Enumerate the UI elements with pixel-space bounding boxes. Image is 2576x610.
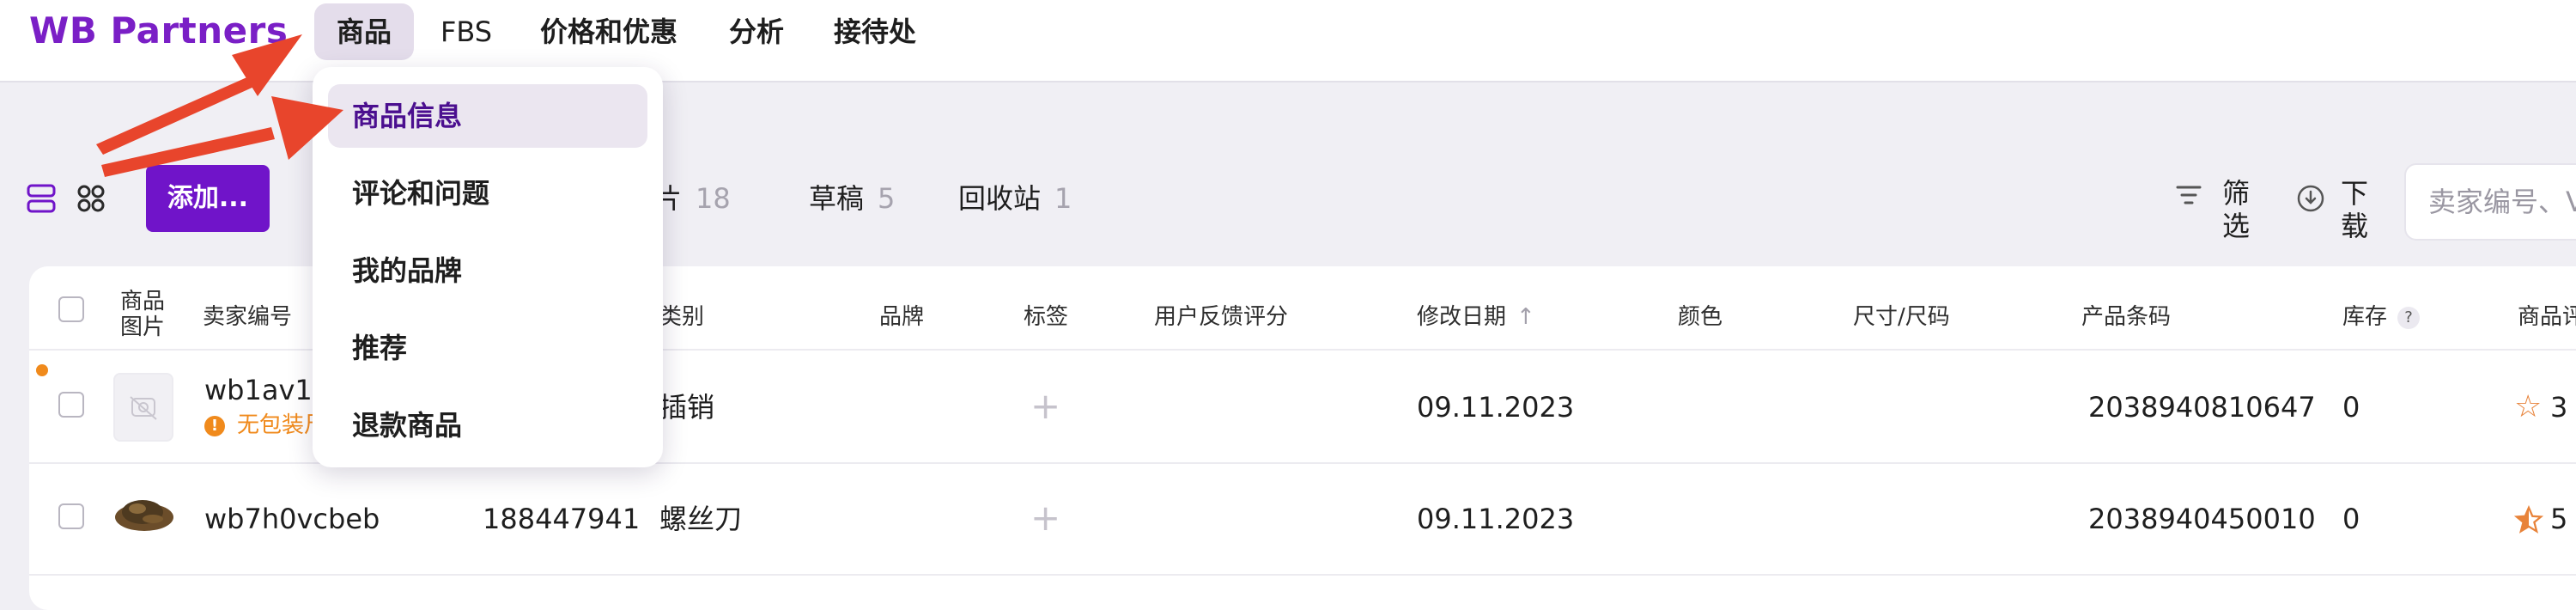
star-half-icon [2514,505,2543,534]
header-stock[interactable]: 库存? [2342,302,2421,332]
row-rating: 3 [2550,391,2568,424]
row-category: 螺丝刀 [659,503,743,535]
help-icon[interactable]: ? [2397,306,2421,329]
no-photo-placeholder-icon[interactable] [113,373,173,442]
grid-view-icon[interactable] [76,182,106,215]
row-checkbox[interactable] [58,392,84,418]
tab-recycle-label: 回收站 [958,182,1042,215]
select-all-checkbox[interactable] [58,296,84,322]
header-photo: 商品图片 [120,289,166,340]
download-icon[interactable] [2296,184,2325,213]
tab-drafts-count: 5 [878,182,896,215]
row-category: 插销 [659,391,715,424]
nav-fbs[interactable]: FBS [440,3,493,60]
tab-images-count: 18 [696,182,731,215]
row-seller-code[interactable]: wb1av1k [204,373,328,407]
search-box[interactable] [2404,163,2576,241]
products-dropdown-menu: 商品信息 评论和问题 我的品牌 推荐 退款商品 [313,67,663,467]
tab-recycle-count: 1 [1054,182,1072,215]
add-button[interactable]: 添加... [146,165,270,232]
row-alert-icon [36,364,48,376]
row-stock: 0 [2342,391,2360,424]
row-warning: ! 无包装尺 [204,411,326,440]
menu-item-product-info[interactable]: 商品信息 [328,84,647,148]
sort-ascending-icon[interactable]: ↑ [1516,304,1535,330]
menu-item-returned-goods[interactable]: 退款商品 [328,393,647,457]
nav-reception[interactable]: 接待处 [829,3,920,60]
row-checkbox[interactable] [58,503,84,529]
tab-drafts[interactable]: 草稿 5 [809,177,895,220]
header-modified-label: 修改日期 [1417,304,1507,330]
product-thumbnail[interactable] [112,486,177,538]
list-view-icon[interactable] [26,182,57,215]
row-divider [29,574,2576,576]
header-size[interactable]: 尺寸/尺码 [1853,302,1950,332]
row-modified-date: 09.11.2023 [1417,391,1575,424]
header-color[interactable]: 颜色 [1678,302,1722,332]
nav-analytics[interactable]: 分析 [725,3,788,60]
header-feedback-rating[interactable]: 用户反馈评分 [1154,302,1288,332]
header-modified-date[interactable]: 修改日期 ↑ [1417,302,1535,332]
menu-item-my-brands[interactable]: 我的品牌 [328,239,647,302]
header-tags[interactable]: 标签 [1024,302,1068,332]
header-rating[interactable]: 商品评 [2518,302,2576,332]
header-barcode[interactable]: 产品条码 [2081,302,2171,332]
row-rating: 5 [2550,503,2568,535]
filter-icon[interactable] [2174,182,2203,208]
warning-icon: ! [204,416,225,436]
row-stock: 0 [2342,503,2360,535]
row-seller-code[interactable]: wb7h0vcbeb [204,502,380,536]
download-button[interactable]: 下载 [2341,177,2370,242]
header-category[interactable]: 类别 [659,302,704,332]
row-modified-date: 09.11.2023 [1417,503,1575,535]
row-barcode: 2038940810647 [2088,391,2316,424]
menu-item-recommendations[interactable]: 推荐 [328,316,647,380]
add-tag-icon[interactable]: + [1030,388,1060,424]
tab-drafts-label: 草稿 [809,182,865,215]
tab-recycle-bin[interactable]: 回收站 1 [958,177,1072,220]
header-brand[interactable]: 品牌 [879,302,924,332]
header-stock-label: 库存 [2342,304,2388,330]
row-article-number[interactable]: 188447941 [483,502,640,536]
menu-item-reviews-questions[interactable]: 评论和问题 [328,162,647,225]
header-seller-code[interactable]: 卖家编号 [203,302,292,332]
filter-button[interactable]: 筛选 [2222,177,2251,242]
row-barcode: 2038940450010 [2088,503,2316,535]
add-tag-icon[interactable]: + [1030,500,1060,536]
nav-prices-discounts[interactable]: 价格和优惠 [536,3,682,60]
nav-products[interactable]: 商品 [314,3,414,60]
star-outline-icon: ☆ [2514,389,2543,424]
search-input[interactable] [2427,165,2576,239]
app-logo[interactable]: WB Partners [29,3,288,58]
